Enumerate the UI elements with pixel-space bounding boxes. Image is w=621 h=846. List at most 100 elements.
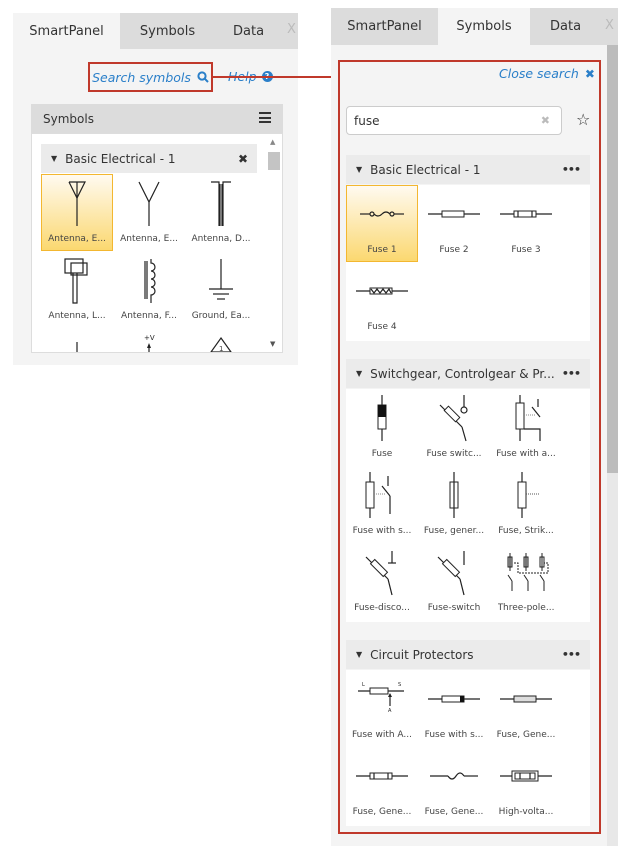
collapse-triangle-icon: ▼ <box>356 165 363 174</box>
antenna-dipole-icon <box>211 181 231 226</box>
category-header[interactable]: ▼ Switchgear, Controlgear & Pr... ••• <box>346 359 590 388</box>
symbol-label: Fuse 3 <box>511 245 541 255</box>
symbol-label: Fuse-disco... <box>354 603 410 613</box>
symbol-label: Fuse <box>371 449 393 459</box>
symbol-tile[interactable]: Fuse 3 <box>490 185 562 262</box>
x-icon[interactable]: ✖ <box>238 152 248 166</box>
fuse-rect-icon <box>428 210 480 218</box>
symbol-tile[interactable]: Antenna, E... <box>41 174 113 251</box>
symbol-tile[interactable]: Fuse-switch <box>418 543 490 620</box>
right-close-button[interactable]: X <box>605 18 614 33</box>
symbol-tile[interactable]: Fuse 4 <box>346 262 418 339</box>
symbol-tile[interactable]: Fuse switc... <box>418 389 490 466</box>
fuse-vert-filled-icon <box>377 395 387 441</box>
collapse-triangle-icon: ▼ <box>356 369 363 378</box>
right-tab-smartpanel[interactable]: SmartPanel <box>331 8 438 45</box>
fuse-rect2-icon <box>356 772 408 780</box>
symbol-tile[interactable] <box>41 328 113 352</box>
symbol-label: Antenna, E... <box>120 234 178 244</box>
menu-icon[interactable] <box>259 112 271 123</box>
symbol-tile[interactable]: High-volta... <box>490 747 562 824</box>
category-title: Circuit Protectors <box>370 647 474 662</box>
antenna-ferrite-icon <box>144 259 156 303</box>
three-pole-icon <box>507 553 549 591</box>
category-header[interactable]: ▼ Basic Electrical - 1 ••• <box>346 155 590 184</box>
fuse-dark-end-icon <box>428 695 480 703</box>
svg-text:S: S <box>398 682 401 688</box>
svg-text:L: L <box>362 682 365 688</box>
symbol-tile[interactable]: L S A Fuse with A... <box>346 670 418 747</box>
symbol-tile[interactable]: Fuse, gener... <box>418 466 490 543</box>
symbol-label: Fuse with s... <box>352 526 412 536</box>
symbol-tile[interactable]: Fuse <box>346 389 418 466</box>
symbol-tile[interactable]: Antenna, F... <box>113 251 185 328</box>
fuse-striker-icon <box>517 472 540 518</box>
search-symbols-link[interactable]: Search symbols <box>88 62 213 92</box>
search-symbols-label: Search symbols <box>92 69 191 85</box>
star-icon[interactable]: ☆ <box>576 110 590 129</box>
symbol-tile[interactable]: Ground, Ea... <box>185 251 257 328</box>
symbol-tile[interactable]: Fuse, Gene... <box>418 747 490 824</box>
symbol-tile[interactable]: Fuse 1 <box>346 185 418 262</box>
symbol-tile[interactable]: Fuse, Gene... <box>346 747 418 824</box>
svg-text:A: A <box>388 708 392 714</box>
more-options-icon[interactable]: ••• <box>562 648 581 661</box>
category-header[interactable]: ▼ Circuit Protectors ••• <box>346 640 590 669</box>
clear-search-icon[interactable]: ✖ <box>541 114 550 127</box>
symbols-pane-body: ▼ Basic Electrical - 1 ✖ Antenna, E... An… <box>31 133 283 353</box>
symbol-label: Ground, Ea... <box>191 311 251 321</box>
more-options-icon[interactable]: ••• <box>562 163 581 176</box>
right-tab-symbols[interactable]: Symbols <box>438 8 530 45</box>
symbol-tile[interactable]: Fuse with s... <box>346 466 418 543</box>
fuse-zigzag-icon <box>356 287 408 295</box>
antenna-y-icon <box>138 181 160 226</box>
search-input[interactable]: fuse <box>354 114 379 128</box>
symbol-tile[interactable]: Fuse-disco... <box>346 543 418 620</box>
triangle-1-icon: 1 <box>210 336 232 353</box>
symbol-tile[interactable]: Fuse with s... <box>418 670 490 747</box>
symbol-tile[interactable]: 11 <box>185 328 257 353</box>
symbol-label: Three-pole... <box>497 603 555 613</box>
category-title: Basic Electrical - 1 <box>65 151 176 166</box>
right-scrollbar[interactable] <box>607 45 618 846</box>
more-options-icon[interactable]: ••• <box>562 367 581 380</box>
left-tab-symbols[interactable]: Symbols <box>120 13 215 49</box>
antenna-loop-icon <box>64 258 88 304</box>
symbol-tile[interactable]: Antenna, D... <box>185 174 257 251</box>
scrollbar[interactable]: ▲ ▼ <box>266 134 282 352</box>
left-tab-data[interactable]: Data <box>215 13 298 49</box>
symbol-tile[interactable]: Three-pole... <box>490 543 562 620</box>
fuse-switch-icon <box>437 551 465 596</box>
symbol-tile[interactable]: Fuse with a... <box>490 389 562 466</box>
symbols-pane-header: Symbols <box>31 104 283 133</box>
fuse-grey-icon <box>500 695 552 703</box>
symbol-label: Antenna, L... <box>48 311 106 321</box>
category-header-basic-electrical[interactable]: ▼ Basic Electrical - 1 ✖ <box>41 144 257 173</box>
symbol-label: Fuse, Gene... <box>496 730 556 740</box>
search-field[interactable]: fuse ✖ <box>346 106 562 135</box>
symbol-grid: L S A Fuse with A... Fuse with s... Fuse, Gen… <box>346 670 590 826</box>
left-close-button[interactable]: X <box>287 22 296 37</box>
fuse-lsa-icon: L S A <box>358 682 404 714</box>
fuse-rect2-icon <box>500 210 552 218</box>
fuse-s-icon <box>360 211 404 217</box>
svg-text:1: 1 <box>219 345 223 353</box>
symbol-tile[interactable]: Fuse, Strik... <box>490 466 562 543</box>
fuse-alarm-icon <box>515 395 541 441</box>
left-tab-smartpanel[interactable]: SmartPanel <box>13 13 120 49</box>
symbol-tile[interactable]: Antenna, L... <box>41 251 113 328</box>
fuse-vert-icon <box>449 472 459 518</box>
symbol-tile[interactable]: Fuse 2 <box>418 185 490 262</box>
scrollbar-thumb[interactable] <box>268 152 280 170</box>
symbol-label: Fuse, Gene... <box>424 807 484 817</box>
symbol-label: Antenna, D... <box>191 234 251 244</box>
symbol-label: Fuse 4 <box>367 322 397 332</box>
symbol-grid: Fuse Fuse switc... Fuse with a... Fuse with… <box>346 389 590 622</box>
symbol-label: Fuse, Gene... <box>352 807 412 817</box>
close-search-link[interactable]: Close search ✖ <box>499 66 595 81</box>
symbol-tile[interactable]: Antenna, E... <box>113 174 185 251</box>
symbol-tile[interactable]: Fuse, Gene... <box>490 670 562 747</box>
scrollbar-thumb[interactable] <box>607 45 618 473</box>
symbol-tile[interactable]: +V+V <box>113 328 185 352</box>
symbol-label: Fuse 2 <box>439 245 469 255</box>
